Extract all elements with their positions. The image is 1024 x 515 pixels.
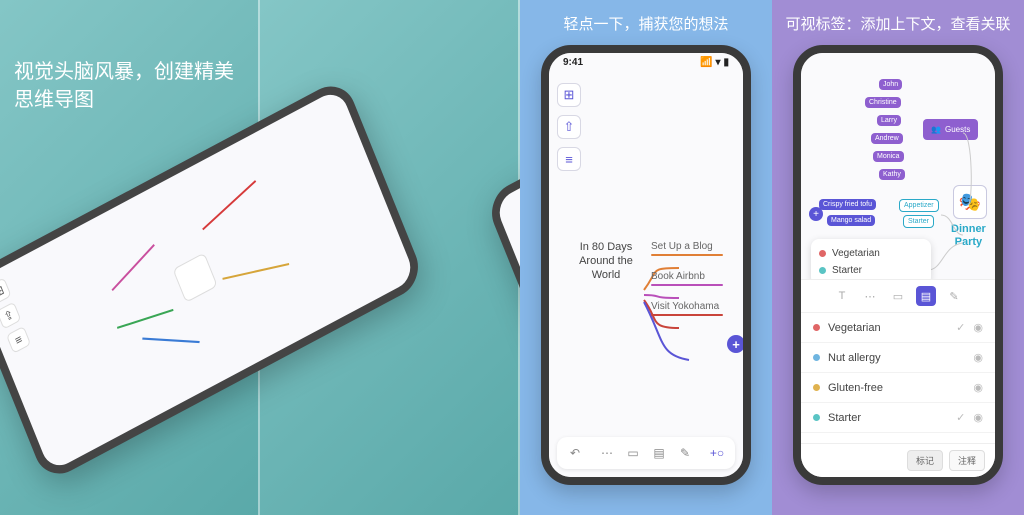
tag-row[interactable]: Starter ✓ ◉ — [801, 403, 995, 433]
grid-icon[interactable]: ⊞ — [557, 83, 581, 107]
undo-icon[interactable]: ↶ — [567, 445, 583, 461]
check-icon[interactable]: ✓ — [956, 411, 965, 424]
add-node-button[interactable]: + — [809, 207, 823, 221]
status-bar: 9:41 📶 ▾ ▮ — [549, 53, 743, 70]
wifi-icon: ▾ — [715, 57, 720, 68]
eye-icon[interactable]: ◉ — [973, 411, 983, 424]
tree-node[interactable]: John — [879, 79, 902, 90]
panel1-caption-line2: 思维导图 — [14, 86, 234, 114]
panel3-caption: 可视标签：添加上下文，查看关联 — [775, 0, 1020, 45]
phone-mock-2: 9:41 📶 ▾ ▮ ⊞ ⇧ ≡ In 80 Days Around the W… — [541, 45, 751, 485]
tab-comment-icon[interactable]: ⋯ — [860, 286, 880, 306]
share-icon[interactable]: ⇧ — [557, 115, 581, 139]
tree-node[interactable]: Kathy — [879, 169, 905, 180]
branch-label: Set Up a Blog — [651, 241, 713, 252]
bottom-toolbar: ↶ ⋯ ▭ ▤ ✎ +○ — [557, 437, 735, 469]
tag-popup-row[interactable]: Vegetarian — [819, 245, 923, 262]
style-icon[interactable]: ✎ — [677, 445, 693, 461]
check-icon[interactable]: ✓ — [956, 321, 965, 334]
canvas-left-tools: ⊞ ⇧ ≡ — [557, 83, 581, 171]
phone-mock-3: John Christine Larry Andrew Monica Kathy… — [793, 45, 1003, 485]
tab-tag-icon[interactable]: ▤ — [916, 286, 936, 306]
branch-node[interactable]: Visit Yokohama — [651, 301, 723, 316]
tags-list: Vegetarian ✓ ◉ Nut allergy ◉ Gluten-free … — [801, 313, 995, 443]
tag-color-dot — [819, 267, 826, 274]
center-node[interactable]: In 80 Days Around the World — [567, 240, 645, 283]
layers-icon[interactable]: ≡ — [6, 326, 31, 354]
tags-footer-tabs: 标记 注释 — [801, 443, 995, 477]
branch-node[interactable]: Book Airbnb — [651, 271, 723, 286]
tree-node-guests[interactable]: 👥Guests — [923, 119, 978, 140]
tab-style-icon[interactable]: ✎ — [944, 286, 964, 306]
tree-node[interactable]: Appetizer — [899, 199, 939, 212]
tag-label: Starter — [828, 412, 956, 424]
tag-label: Vegetarian — [828, 322, 956, 334]
tag-color-dot — [813, 324, 820, 331]
tag-color-dot — [819, 250, 826, 257]
tag-color-dot — [813, 354, 820, 361]
promo-panel-2: 轻点一下，捕获您的想法 9:41 📶 ▾ ▮ ⊞ ⇧ ≡ In 80 Days … — [520, 0, 772, 515]
tab-text-icon[interactable]: T — [832, 286, 852, 306]
tag-label: Gluten-free — [828, 382, 965, 394]
panel1-caption: 视觉头脑风暴，创建精美 思维导图 — [14, 58, 234, 114]
tag-icon[interactable]: ▤ — [651, 445, 667, 461]
comment-icon[interactable]: ⋯ — [599, 445, 615, 461]
tab-image-icon[interactable]: ▭ — [888, 286, 908, 306]
footer-tab[interactable]: 标记 — [907, 450, 943, 471]
signal-icon: 📶 — [700, 57, 712, 68]
image-icon[interactable]: ▭ — [625, 445, 641, 461]
promo-panel-1: 视觉头脑风暴，创建精美 思维导图 ⊞ ⇪ ≡ — [0, 0, 520, 515]
status-time: 9:41 — [563, 57, 583, 68]
branch-node[interactable]: Set Up a Blog — [651, 241, 723, 256]
eye-icon[interactable]: ◉ — [973, 351, 983, 364]
tree-center-node[interactable]: Dinner Party — [951, 223, 986, 249]
party-mask-icon: 🎭 — [953, 185, 987, 219]
battery-icon: ▮ — [723, 57, 729, 68]
footer-tab[interactable]: 注释 — [949, 450, 985, 471]
eye-icon[interactable]: ◉ — [973, 321, 983, 334]
tag-row[interactable]: Gluten-free ◉ — [801, 373, 995, 403]
add-node-button[interactable]: + — [727, 335, 745, 353]
tree-node[interactable]: Crispy fried tofu — [819, 199, 876, 210]
tag-row[interactable]: Nut allergy ◉ — [801, 343, 995, 373]
tree-node[interactable]: Andrew — [871, 133, 903, 144]
promo-panel-3: 可视标签：添加上下文，查看关联 John Christine Larry And… — [772, 0, 1024, 515]
tag-row[interactable]: Vegetarian ✓ ◉ — [801, 313, 995, 343]
add-icon[interactable]: +○ — [709, 445, 725, 461]
tag-popup-label: Starter — [832, 265, 862, 276]
layers-icon[interactable]: ≡ — [557, 147, 581, 171]
tree-node[interactable]: Larry — [877, 115, 901, 126]
tree-node[interactable]: Monica — [873, 151, 904, 162]
tree-node[interactable]: Mango salad — [827, 215, 875, 226]
panel2-caption: 轻点一下，捕获您的想法 — [553, 0, 738, 45]
tilt-left-toolbar: ⊞ ⇪ ≡ — [0, 277, 31, 354]
branch-label: Visit Yokohama — [651, 301, 719, 312]
mindmap-center-node — [173, 252, 218, 302]
tag-popup-label: Vegetarian — [832, 248, 880, 259]
tags-panel-tabs: T ⋯ ▭ ▤ ✎ — [801, 280, 995, 313]
tag-color-dot — [813, 384, 820, 391]
phone-mock-tilted-right: T ☺ ▭ ● ⌇ ⋯ — [484, 0, 520, 403]
panel1-caption-line1: 视觉头脑风暴，创建精美 — [14, 58, 234, 86]
tree-node[interactable]: Starter — [903, 215, 934, 228]
share-icon[interactable]: ⇪ — [0, 302, 21, 330]
branch-label: Book Airbnb — [651, 271, 705, 282]
tree-node[interactable]: Christine — [865, 97, 901, 108]
tag-label: Nut allergy — [828, 352, 965, 364]
eye-icon[interactable]: ◉ — [973, 381, 983, 394]
status-icons: 📶 ▾ ▮ — [700, 57, 729, 68]
tags-panel: T ⋯ ▭ ▤ ✎ Vegetarian ✓ ◉ — [801, 279, 995, 477]
grid-icon[interactable]: ⊞ — [0, 277, 12, 305]
tag-popup-row[interactable]: Starter — [819, 262, 923, 279]
tag-color-dot — [813, 414, 820, 421]
